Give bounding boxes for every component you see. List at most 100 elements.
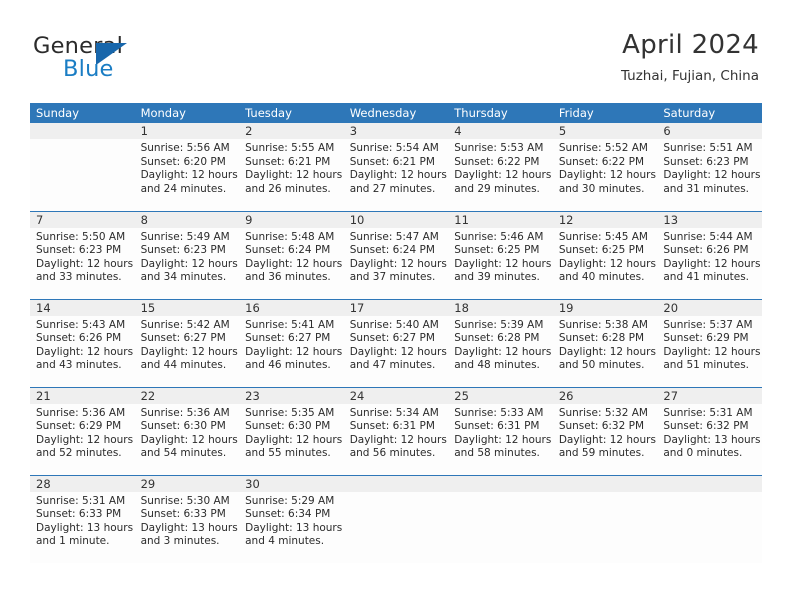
sunset-line: Sunset: 6:33 PM [140,508,226,521]
day-cell[interactable]: 17 Sunrise: 5:40 AM Sunset: 6:27 PM Dayligh… [343,298,449,387]
brand-logo[interactable]: General Blue [33,33,213,83]
day-cell[interactable]: 5 Sunrise: 5:52 AM Sunset: 6:22 PM Daylight… [552,123,658,211]
daylight-line-2: and 46 minutes. [245,359,331,372]
day-cell[interactable]: 20 Sunrise: 5:37 AM Sunset: 6:29 PM Dayligh… [657,298,762,387]
daylight-line-2: and 59 minutes. [558,447,645,460]
day-number: 4 [448,123,553,139]
day-cell[interactable]: 19 Sunrise: 5:38 AM Sunset: 6:28 PM Dayligh… [552,298,658,387]
daylight-line-1: Daylight: 12 hours [454,433,552,446]
day-cell[interactable]: 1 Sunrise: 5:56 AM Sunset: 6:20 PM Daylight… [134,123,240,211]
day-cell[interactable]: 27 Sunrise: 5:31 AM Sunset: 6:32 PM Dayligh… [657,386,762,475]
day-details: Sunrise: 5:40 AM Sunset: 6:27 PM Daylight:… [344,316,449,373]
day-cell[interactable] [552,474,658,563]
day-number: 29 [134,475,240,492]
daylight-line-2: and 26 minutes. [245,182,331,195]
day-cell[interactable]: 3 Sunrise: 5:54 AM Sunset: 6:21 PM Daylight… [343,123,449,211]
sunrise-line: Sunrise: 5:29 AM [245,494,335,507]
sunrise-line: Sunrise: 5:34 AM [349,406,439,419]
sunset-line: Sunset: 6:31 PM [349,420,435,433]
sunrise-line: Sunrise: 5:35 AM [245,406,335,419]
day-cell[interactable] [30,123,135,211]
sunrise-line: Sunrise: 5:31 AM [36,494,126,507]
day-cell[interactable]: 29 Sunrise: 5:30 AM Sunset: 6:33 PM Dayligh… [134,474,240,563]
brand-name-blue: Blue [63,56,114,82]
day-cell[interactable]: 4 Sunrise: 5:53 AM Sunset: 6:22 PM Daylight… [448,123,553,211]
sunrise-line: Sunrise: 5:38 AM [558,318,648,331]
day-cell[interactable]: 14 Sunrise: 5:43 AM Sunset: 6:26 PM Dayligh… [30,298,135,387]
daylight-line-1: Daylight: 12 hours [140,257,238,270]
calendar-body: 1 Sunrise: 5:56 AM Sunset: 6:20 PM Daylight… [30,123,762,563]
day-details: Sunrise: 5:31 AM Sunset: 6:33 PM Daylight:… [30,492,135,549]
daylight-line-2: and 33 minutes. [36,271,122,284]
daylight-line-2: and 31 minutes. [663,182,750,195]
day-number: 26 [552,387,658,404]
day-details: Sunrise: 5:34 AM Sunset: 6:31 PM Daylight:… [344,404,449,461]
day-number [657,475,762,492]
dow-sunday: Sunday [30,103,135,123]
day-details: Sunrise: 5:49 AM Sunset: 6:23 PM Daylight:… [135,228,240,285]
sunset-line: Sunset: 6:29 PM [36,420,122,433]
day-cell[interactable] [343,474,449,563]
daylight-line-2: and 40 minutes. [558,271,645,284]
sunset-line: Sunset: 6:21 PM [245,155,331,168]
daylight-line-2: and 44 minutes. [140,359,227,372]
day-cell[interactable]: 23 Sunrise: 5:35 AM Sunset: 6:30 PM Dayligh… [239,386,344,475]
daylight-line-2: and 30 minutes. [558,182,645,195]
page-header: General Blue April 2024 Tuzhai, Fujian, … [0,0,792,103]
day-cell[interactable]: 8 Sunrise: 5:49 AM Sunset: 6:23 PM Daylight… [134,210,240,299]
daylight-line-2: and 47 minutes. [349,359,436,372]
day-cell[interactable] [448,474,553,563]
day-cell[interactable]: 18 Sunrise: 5:39 AM Sunset: 6:28 PM Dayligh… [448,298,553,387]
day-cell[interactable]: 16 Sunrise: 5:41 AM Sunset: 6:27 PM Dayligh… [239,298,344,387]
dow-saturday: Saturday [657,103,762,123]
day-details: Sunrise: 5:43 AM Sunset: 6:26 PM Daylight:… [30,316,135,373]
day-number: 20 [657,299,762,316]
day-cell[interactable]: 28 Sunrise: 5:31 AM Sunset: 6:33 PM Dayligh… [30,474,135,563]
sunset-line: Sunset: 6:31 PM [454,420,540,433]
sunset-line: Sunset: 6:28 PM [454,332,540,345]
sunrise-line: Sunrise: 5:49 AM [140,230,230,243]
day-details: Sunrise: 5:38 AM Sunset: 6:28 PM Daylight:… [553,316,658,373]
daylight-line-1: Daylight: 12 hours [349,345,447,358]
day-details: Sunrise: 5:53 AM Sunset: 6:22 PM Daylight:… [448,139,553,196]
day-cell[interactable] [657,474,762,563]
day-number: 25 [448,387,553,404]
sunset-line: Sunset: 6:27 PM [349,332,435,345]
sunrise-line: Sunrise: 5:45 AM [558,230,648,243]
day-cell[interactable]: 13 Sunrise: 5:44 AM Sunset: 6:26 PM Dayligh… [657,210,762,299]
day-number [343,475,449,492]
day-cell[interactable]: 12 Sunrise: 5:45 AM Sunset: 6:25 PM Dayligh… [552,210,658,299]
day-cell[interactable]: 22 Sunrise: 5:36 AM Sunset: 6:30 PM Dayligh… [134,386,240,475]
daylight-line-2: and 3 minutes. [140,535,220,548]
day-cell[interactable]: 15 Sunrise: 5:42 AM Sunset: 6:27 PM Dayligh… [134,298,240,387]
day-number: 13 [657,211,762,228]
day-cell[interactable]: 26 Sunrise: 5:32 AM Sunset: 6:32 PM Dayligh… [552,386,658,475]
day-cell[interactable]: 25 Sunrise: 5:33 AM Sunset: 6:31 PM Dayligh… [448,386,553,475]
day-cell[interactable]: 6 Sunrise: 5:51 AM Sunset: 6:23 PM Daylight… [657,123,762,211]
calendar-table: Sunday Monday Tuesday Wednesday Thursday… [30,103,762,563]
day-cell[interactable]: 11 Sunrise: 5:46 AM Sunset: 6:25 PM Dayligh… [448,210,553,299]
day-details [30,139,135,142]
day-cell[interactable]: 7 Sunrise: 5:50 AM Sunset: 6:23 PM Daylight… [30,210,135,299]
sunset-line: Sunset: 6:24 PM [245,244,331,257]
day-cell[interactable]: 24 Sunrise: 5:34 AM Sunset: 6:31 PM Dayligh… [343,386,449,475]
sunrise-line: Sunrise: 5:56 AM [140,142,230,154]
sunrise-line: Sunrise: 5:43 AM [36,318,126,331]
sunset-line: Sunset: 6:30 PM [140,420,226,433]
sunrise-line: Sunrise: 5:37 AM [663,318,753,331]
day-cell[interactable]: 10 Sunrise: 5:47 AM Sunset: 6:24 PM Dayligh… [343,210,449,299]
day-cell[interactable]: 2 Sunrise: 5:55 AM Sunset: 6:21 PM Daylight… [239,123,344,211]
daylight-line-2: and 1 minute. [36,535,110,548]
day-details [657,492,762,495]
day-cell[interactable]: 21 Sunrise: 5:36 AM Sunset: 6:29 PM Dayligh… [30,386,135,475]
sunrise-line: Sunrise: 5:50 AM [36,230,126,243]
day-number: 10 [343,211,449,228]
day-details: Sunrise: 5:48 AM Sunset: 6:24 PM Daylight:… [239,228,344,285]
sunset-line: Sunset: 6:25 PM [454,244,540,257]
sunset-line: Sunset: 6:23 PM [36,244,122,257]
daylight-line-1: Daylight: 12 hours [454,257,552,270]
daylight-line-2: and 29 minutes. [454,182,540,195]
day-cell[interactable]: 9 Sunrise: 5:48 AM Sunset: 6:24 PM Daylight… [239,210,344,299]
sunrise-line: Sunrise: 5:54 AM [349,142,439,154]
day-cell[interactable]: 30 Sunrise: 5:29 AM Sunset: 6:34 PM Dayligh… [239,474,344,563]
